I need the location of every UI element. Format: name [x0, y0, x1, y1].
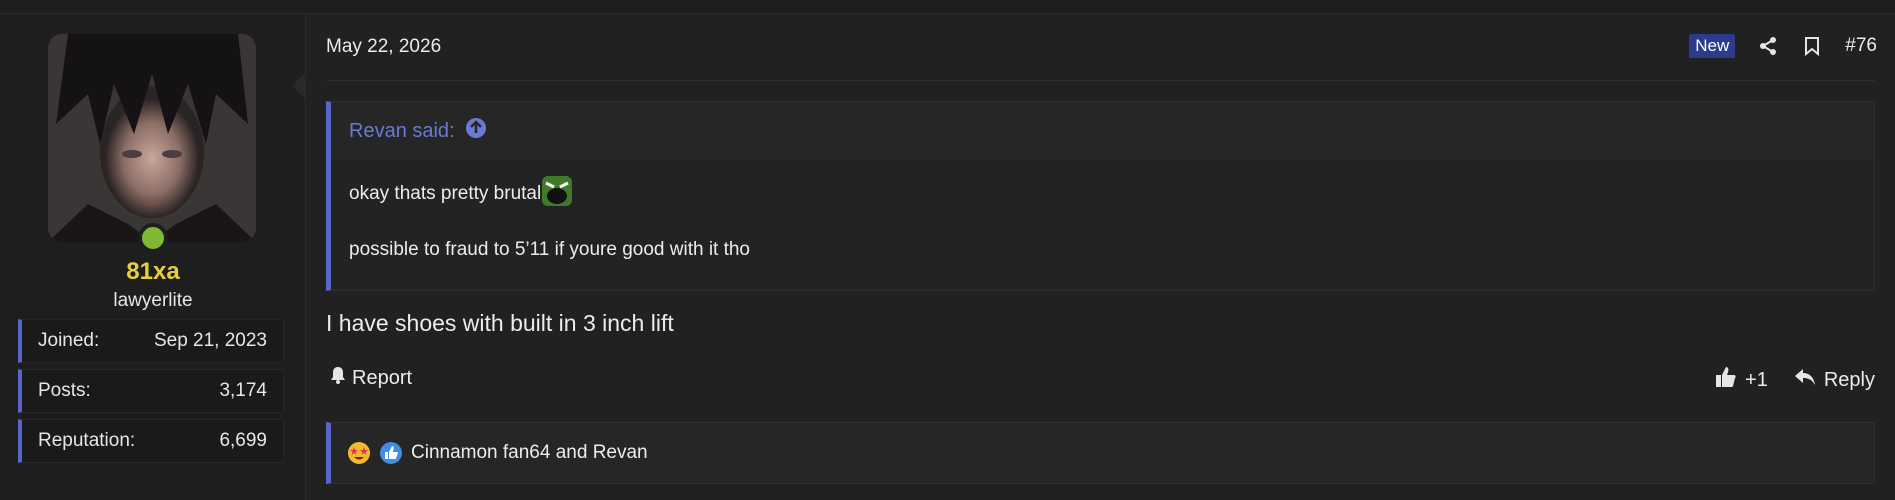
header-divider [326, 80, 1875, 81]
quote-block: Revan said: okay thats pretty brutal pos… [326, 101, 1875, 291]
stat-posts: Posts: 3,174 [18, 369, 284, 413]
stat-value: 3,174 [219, 380, 267, 401]
like-label: +1 [1745, 368, 1768, 391]
user-panel: 81xa lawyerlite Joined: Sep 21, 2023 Pos… [0, 14, 306, 500]
thumbs-up-icon [1715, 366, 1737, 394]
reactions-bar[interactable]: Cinnamon fan64 and Revan [326, 422, 1875, 484]
top-border [0, 0, 1895, 14]
new-badge: New [1689, 34, 1736, 58]
like-reaction-icon [379, 441, 403, 465]
like-button[interactable]: +1 [1715, 366, 1768, 394]
stat-value: 6,699 [219, 430, 267, 451]
share-icon[interactable] [1757, 35, 1779, 57]
quote-author[interactable]: Revan said: [349, 120, 455, 143]
post-number[interactable]: #76 [1845, 35, 1877, 57]
post-message: May 22, 2026 New #76 Revan said: okay th… [292, 14, 1895, 500]
reply-icon [1794, 368, 1816, 392]
quote-text-2: possible to fraud to 5’11 if youre good … [349, 239, 751, 260]
post-body-text: I have shoes with built in 3 inch lift [326, 310, 674, 336]
bookmark-icon[interactable] [1801, 35, 1823, 57]
username[interactable]: 81xa [0, 258, 306, 286]
quote-text-1: okay thats pretty brutal [349, 183, 542, 204]
quote-body: okay thats pretty brutal possible to fra… [331, 160, 1874, 290]
stat-label: Joined: [38, 330, 100, 351]
star-struck-reaction-icon [347, 441, 371, 465]
arrow-up-circle-icon[interactable] [465, 117, 487, 145]
stat-joined: Joined: Sep 21, 2023 [18, 319, 284, 363]
stat-label: Reputation: [38, 430, 136, 451]
quote-header[interactable]: Revan said: [331, 102, 1874, 160]
report-button[interactable]: Report [330, 366, 412, 390]
post-date[interactable]: May 22, 2026 [326, 36, 441, 58]
bell-icon [330, 366, 346, 390]
stat-reputation: Reputation: 6,699 [18, 419, 284, 463]
reply-button[interactable]: Reply [1794, 368, 1875, 392]
post-actions: New #76 [1689, 34, 1877, 58]
reactions-users[interactable]: Cinnamon fan64 and Revan [411, 442, 648, 464]
message-pointer [292, 72, 306, 100]
reply-label: Reply [1823, 368, 1875, 391]
stat-label: Posts: [38, 380, 91, 401]
screaming-emoji-icon [541, 175, 573, 213]
stat-value: Sep 21, 2023 [153, 330, 267, 351]
user-title: lawyerlite [113, 290, 193, 311]
quote-line: possible to fraud to 5’11 if youre good … [349, 234, 1856, 266]
post-footer-actions: +1 Reply [1715, 366, 1875, 394]
quote-line: okay thats pretty brutal [349, 175, 1856, 213]
report-label: Report [352, 366, 413, 389]
user-avatar[interactable] [48, 34, 256, 242]
online-status-indicator [138, 223, 168, 253]
